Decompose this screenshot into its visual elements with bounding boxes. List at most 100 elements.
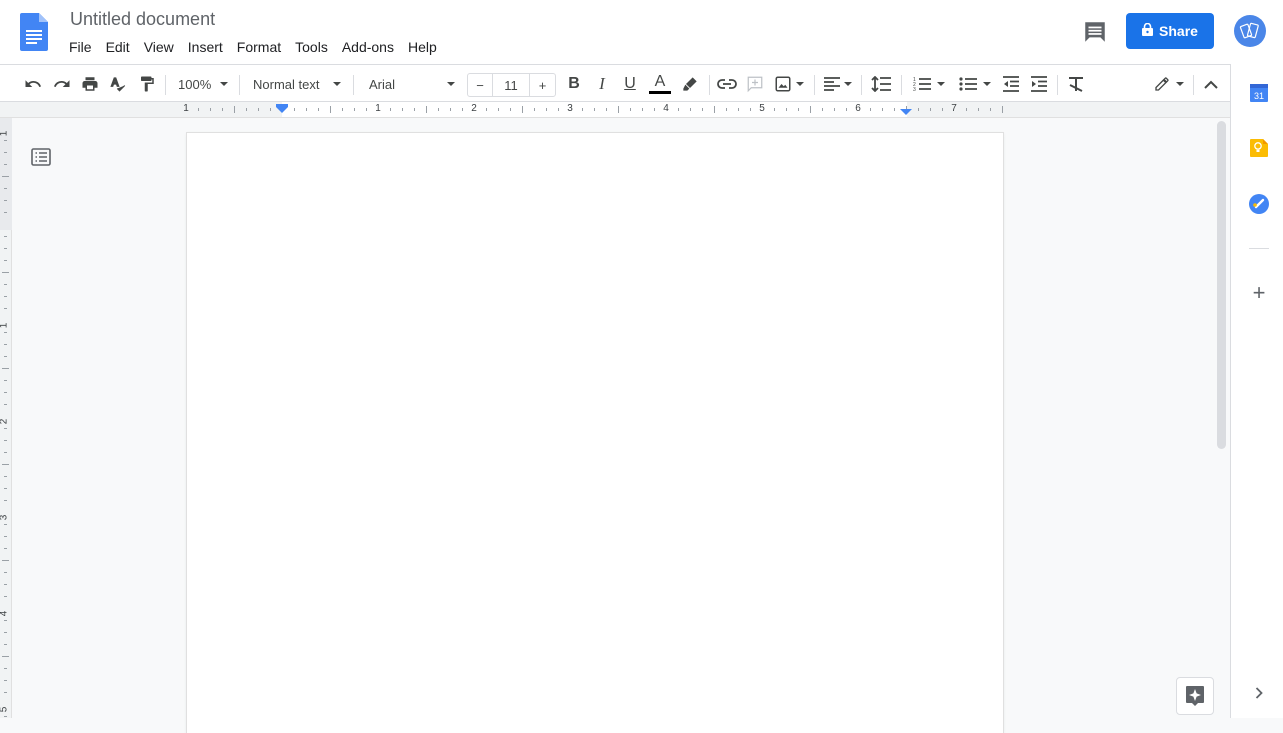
bulleted-list-button[interactable] [955,73,995,95]
document-title[interactable]: Untitled document [70,9,215,30]
menu-add-ons[interactable]: Add-ons [335,37,401,57]
ruler-tick [558,108,559,111]
ruler-tick [4,692,7,693]
formatting-toolbar: 100% Normal text Arial − 11 + B I U A 1 … [0,64,1230,102]
horizontal-ruler[interactable]: 1 1 2 3 4 5 6 7 [0,102,1230,118]
editing-mode-button[interactable] [1150,73,1188,95]
insert-image-button[interactable] [772,73,806,95]
numbered-list-button[interactable]: 123 [909,73,949,95]
increase-indent-icon[interactable] [1028,73,1050,95]
chevron-right-icon[interactable] [1248,682,1270,704]
ruler-tick [2,464,9,465]
menu-file[interactable]: File [62,37,99,57]
ruler-tick [654,108,655,111]
side-panel: 31 + [1230,64,1283,718]
ruler-tick [786,108,787,111]
ruler-tick [390,108,391,111]
ruler-tick [498,108,499,111]
ruler-tick [4,344,7,345]
ruler-tick [4,680,7,681]
bold-button[interactable]: B [563,73,585,95]
line-spacing-icon[interactable] [869,73,893,95]
decrease-indent-icon[interactable] [1000,73,1022,95]
ruler-tick [4,488,7,489]
increase-font-size-button[interactable]: + [530,74,555,96]
ruler-tick [738,108,739,111]
chevron-down-icon [844,82,852,86]
ruler-tick [4,404,7,405]
explore-button[interactable] [1176,677,1214,715]
keep-icon[interactable] [1248,137,1270,159]
highlight-icon[interactable] [679,73,701,95]
link-icon[interactable] [716,73,738,95]
paint-format-icon[interactable] [136,73,158,95]
zoom-select[interactable]: 100% [172,73,234,95]
ruler-tick [4,356,7,357]
ruler-tick [4,284,7,285]
align-button[interactable] [822,73,854,95]
account-avatar[interactable] [1234,15,1266,47]
ruler-tick [4,632,7,633]
ruler-tick [294,108,295,111]
document-page[interactable] [187,133,1003,733]
share-label: Share [1159,23,1198,39]
underline-button[interactable]: U [619,73,641,95]
ruler-tick [4,668,7,669]
ruler-tick [222,108,223,111]
font-select[interactable]: Arial [361,73,461,95]
menu-help[interactable]: Help [401,37,444,57]
share-button[interactable]: Share [1126,13,1214,49]
align-left-icon [824,77,840,91]
menu-view[interactable]: View [137,37,181,57]
vertical-ruler[interactable]: 1 1 2 3 4 5 [0,118,12,718]
toolbar-divider [861,75,862,95]
ruler-tick [306,108,307,111]
toolbar-divider [709,75,710,95]
ruler-tick [4,152,7,153]
text-color-icon: A [654,73,666,90]
menu-edit[interactable]: Edit [99,37,137,57]
text-color-button[interactable]: A [648,73,672,95]
document-outline-icon[interactable] [31,148,51,166]
add-addon-icon[interactable]: + [1248,280,1270,305]
svg-text:3: 3 [913,87,916,92]
undo-icon[interactable] [22,73,44,95]
add-comment-icon[interactable] [744,73,766,95]
print-icon[interactable] [79,73,101,95]
text-color-swatch [649,91,671,94]
ruler-tick [1002,106,1003,113]
chevron-down-icon [937,82,945,86]
google-docs-logo[interactable] [20,13,48,51]
redo-icon[interactable] [51,73,73,95]
font-size-input[interactable]: 11 [493,74,530,96]
menu-tools[interactable]: Tools [288,37,335,57]
menu-insert[interactable]: Insert [181,37,230,57]
clear-formatting-icon[interactable] [1065,73,1087,95]
spell-check-icon[interactable] [107,73,129,95]
font-value: Arial [369,76,396,92]
ruler-label: 1 [0,131,9,137]
vertical-scrollbar[interactable] [1217,121,1226,449]
left-indent-marker[interactable] [276,104,288,114]
ruler-tick [930,108,931,111]
calendar-icon[interactable]: 31 [1248,82,1270,104]
ruler-tick [918,108,919,111]
style-value: Normal text [253,76,320,92]
ruler-label: 2 [0,419,9,425]
ruler-tick [4,536,7,537]
chevron-down-icon [333,82,341,86]
menu-format[interactable]: Format [230,37,288,57]
italic-button[interactable]: I [591,73,613,95]
toolbar-divider [353,75,354,95]
ruler-tick [798,108,799,111]
paragraph-style-select[interactable]: Normal text [247,73,347,95]
ruler-tick [4,260,7,261]
decrease-font-size-button[interactable]: − [468,74,493,96]
tasks-icon[interactable] [1248,193,1270,215]
comments-icon[interactable] [1082,19,1108,45]
hide-menus-chevron-up-icon[interactable] [1200,73,1222,95]
right-indent-marker[interactable] [900,109,912,115]
image-icon [775,76,791,92]
toolbar-divider [814,75,815,95]
ruler-label: 5 [759,103,765,114]
